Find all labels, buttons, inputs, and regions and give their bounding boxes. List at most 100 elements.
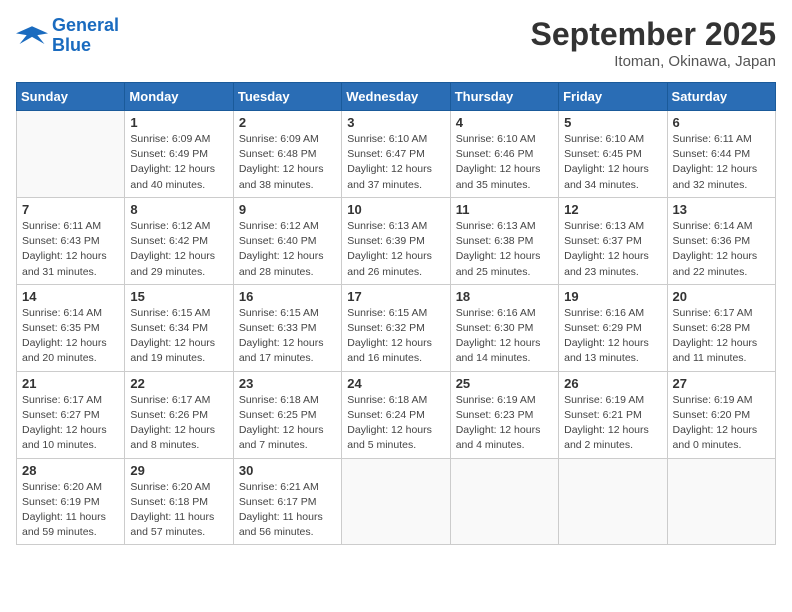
day-info: Sunrise: 6:16 AM Sunset: 6:29 PM Dayligh… (564, 306, 661, 367)
weekday-header: Monday (125, 83, 233, 111)
month-title: September 2025 (531, 16, 776, 53)
calendar-cell: 13Sunrise: 6:14 AM Sunset: 6:36 PM Dayli… (667, 197, 775, 284)
calendar-cell: 1 Sunrise: 6:09 AM Sunset: 6:49 PM Daylig… (125, 111, 233, 198)
day-number: 19 (564, 289, 661, 304)
day-number: 20 (673, 289, 770, 304)
day-info: Sunrise: 6:19 AM Sunset: 6:21 PM Dayligh… (564, 393, 661, 454)
day-number: 28 (22, 463, 119, 478)
day-info: Sunrise: 6:17 AM Sunset: 6:27 PM Dayligh… (22, 393, 119, 454)
day-number: 1 (130, 115, 227, 130)
calendar-cell: 14 Sunrise: 6:14 AM Sunset: 6:35 PM Dayli… (17, 284, 125, 371)
calendar-cell: 30Sunrise: 6:21 AM Sunset: 6:17 PM Dayli… (233, 458, 341, 545)
calendar-week-row: 21 Sunrise: 6:17 AM Sunset: 6:27 PM Dayli… (17, 371, 776, 458)
day-info: Sunrise: 6:10 AM Sunset: 6:45 PM Dayligh… (564, 132, 661, 193)
calendar-cell: 25 Sunrise: 6:19 AM Sunset: 6:23 PM Dayli… (450, 371, 558, 458)
weekday-header: Thursday (450, 83, 558, 111)
day-number: 21 (22, 376, 119, 391)
day-number: 25 (456, 376, 553, 391)
day-number: 14 (22, 289, 119, 304)
calendar-week-row: 14 Sunrise: 6:14 AM Sunset: 6:35 PM Dayli… (17, 284, 776, 371)
day-info: Sunrise: 6:09 AM Sunset: 6:49 PM Dayligh… (130, 132, 227, 193)
logo-icon (16, 22, 48, 50)
day-info: Sunrise: 6:18 AM Sunset: 6:25 PM Dayligh… (239, 393, 336, 454)
weekday-header: Saturday (667, 83, 775, 111)
day-info: Sunrise: 6:15 AM Sunset: 6:34 PM Dayligh… (130, 306, 227, 367)
calendar-cell: 11Sunrise: 6:13 AM Sunset: 6:38 PM Dayli… (450, 197, 558, 284)
calendar-cell: 4 Sunrise: 6:10 AM Sunset: 6:46 PM Daylig… (450, 111, 558, 198)
day-number: 24 (347, 376, 444, 391)
day-info: Sunrise: 6:17 AM Sunset: 6:26 PM Dayligh… (130, 393, 227, 454)
calendar-cell: 22 Sunrise: 6:17 AM Sunset: 6:26 PM Dayli… (125, 371, 233, 458)
day-info: Sunrise: 6:17 AM Sunset: 6:28 PM Dayligh… (673, 306, 770, 367)
calendar-cell (342, 458, 450, 545)
day-number: 27 (673, 376, 770, 391)
logo-line1: General (52, 15, 119, 35)
day-info: Sunrise: 6:21 AM Sunset: 6:17 PM Dayligh… (239, 480, 336, 541)
day-number: 16 (239, 289, 336, 304)
weekday-header: Wednesday (342, 83, 450, 111)
title-block: September 2025 Itoman, Okinawa, Japan (531, 16, 776, 70)
calendar-cell: 28 Sunrise: 6:20 AM Sunset: 6:19 PM Dayli… (17, 458, 125, 545)
day-info: Sunrise: 6:15 AM Sunset: 6:33 PM Dayligh… (239, 306, 336, 367)
calendar-cell: 16 Sunrise: 6:15 AM Sunset: 6:33 PM Dayli… (233, 284, 341, 371)
logo-text: General Blue (52, 16, 119, 56)
calendar-cell: 8 Sunrise: 6:12 AM Sunset: 6:42 PM Daylig… (125, 197, 233, 284)
day-info: Sunrise: 6:16 AM Sunset: 6:30 PM Dayligh… (456, 306, 553, 367)
calendar-cell: 19 Sunrise: 6:16 AM Sunset: 6:29 PM Dayli… (559, 284, 667, 371)
day-info: Sunrise: 6:20 AM Sunset: 6:19 PM Dayligh… (22, 480, 119, 541)
day-info: Sunrise: 6:12 AM Sunset: 6:40 PM Dayligh… (239, 219, 336, 280)
calendar-cell (559, 458, 667, 545)
calendar-cell: 27 Sunrise: 6:19 AM Sunset: 6:20 PM Dayli… (667, 371, 775, 458)
day-info: Sunrise: 6:19 AM Sunset: 6:20 PM Dayligh… (673, 393, 770, 454)
weekday-header: Sunday (17, 83, 125, 111)
day-number: 6 (673, 115, 770, 130)
calendar-cell: 20 Sunrise: 6:17 AM Sunset: 6:28 PM Dayli… (667, 284, 775, 371)
calendar-cell: 7 Sunrise: 6:11 AM Sunset: 6:43 PM Daylig… (17, 197, 125, 284)
day-number: 22 (130, 376, 227, 391)
logo-line2: Blue (52, 35, 91, 55)
day-info: Sunrise: 6:13 AM Sunset: 6:38 PM Dayligh… (456, 219, 553, 280)
day-info: Sunrise: 6:18 AM Sunset: 6:24 PM Dayligh… (347, 393, 444, 454)
page-header: General Blue September 2025 Itoman, Okin… (16, 16, 776, 70)
day-info: Sunrise: 6:14 AM Sunset: 6:36 PM Dayligh… (673, 219, 770, 280)
day-number: 5 (564, 115, 661, 130)
weekday-header-row: SundayMondayTuesdayWednesdayThursdayFrid… (17, 83, 776, 111)
day-number: 15 (130, 289, 227, 304)
calendar-cell: 26Sunrise: 6:19 AM Sunset: 6:21 PM Dayli… (559, 371, 667, 458)
calendar-cell: 5 Sunrise: 6:10 AM Sunset: 6:45 PM Daylig… (559, 111, 667, 198)
logo: General Blue (16, 16, 119, 56)
calendar-cell: 2 Sunrise: 6:09 AM Sunset: 6:48 PM Daylig… (233, 111, 341, 198)
calendar-table: SundayMondayTuesdayWednesdayThursdayFrid… (16, 82, 776, 545)
calendar-cell: 18 Sunrise: 6:16 AM Sunset: 6:30 PM Dayli… (450, 284, 558, 371)
day-number: 4 (456, 115, 553, 130)
location: Itoman, Okinawa, Japan (531, 53, 776, 70)
day-number: 12 (564, 202, 661, 217)
calendar-cell (667, 458, 775, 545)
calendar-cell: 21 Sunrise: 6:17 AM Sunset: 6:27 PM Dayli… (17, 371, 125, 458)
weekday-header: Tuesday (233, 83, 341, 111)
day-number: 7 (22, 202, 119, 217)
day-info: Sunrise: 6:19 AM Sunset: 6:23 PM Dayligh… (456, 393, 553, 454)
day-number: 10 (347, 202, 444, 217)
day-info: Sunrise: 6:13 AM Sunset: 6:37 PM Dayligh… (564, 219, 661, 280)
day-number: 8 (130, 202, 227, 217)
day-number: 18 (456, 289, 553, 304)
day-number: 2 (239, 115, 336, 130)
calendar-cell (17, 111, 125, 198)
calendar-cell: 15 Sunrise: 6:15 AM Sunset: 6:34 PM Dayli… (125, 284, 233, 371)
day-info: Sunrise: 6:13 AM Sunset: 6:39 PM Dayligh… (347, 219, 444, 280)
calendar-cell: 29Sunrise: 6:20 AM Sunset: 6:18 PM Dayli… (125, 458, 233, 545)
calendar-week-row: 1 Sunrise: 6:09 AM Sunset: 6:49 PM Daylig… (17, 111, 776, 198)
calendar-cell: 10 Sunrise: 6:13 AM Sunset: 6:39 PM Dayli… (342, 197, 450, 284)
day-info: Sunrise: 6:14 AM Sunset: 6:35 PM Dayligh… (22, 306, 119, 367)
calendar-cell: 3Sunrise: 6:10 AM Sunset: 6:47 PM Daylig… (342, 111, 450, 198)
day-info: Sunrise: 6:10 AM Sunset: 6:46 PM Dayligh… (456, 132, 553, 193)
day-info: Sunrise: 6:11 AM Sunset: 6:43 PM Dayligh… (22, 219, 119, 280)
calendar-cell: 9 Sunrise: 6:12 AM Sunset: 6:40 PM Daylig… (233, 197, 341, 284)
day-number: 9 (239, 202, 336, 217)
day-info: Sunrise: 6:20 AM Sunset: 6:18 PM Dayligh… (130, 480, 227, 541)
calendar-cell: 24 Sunrise: 6:18 AM Sunset: 6:24 PM Dayli… (342, 371, 450, 458)
day-info: Sunrise: 6:09 AM Sunset: 6:48 PM Dayligh… (239, 132, 336, 193)
weekday-header: Friday (559, 83, 667, 111)
day-info: Sunrise: 6:12 AM Sunset: 6:42 PM Dayligh… (130, 219, 227, 280)
